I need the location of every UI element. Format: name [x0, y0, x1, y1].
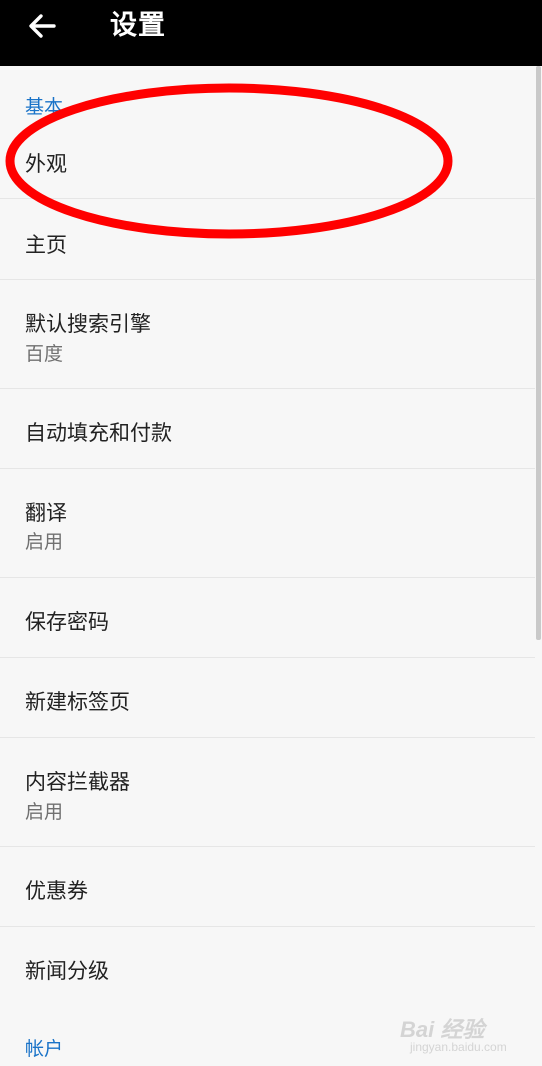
scrollbar[interactable]	[536, 66, 541, 640]
section-header-account: 帐户	[25, 1038, 64, 1060]
back-button[interactable]	[24, 8, 60, 44]
settings-item-title: 新闻分级	[25, 959, 109, 983]
settings-item-appearance[interactable]: 外观	[0, 118, 535, 199]
settings-item-save-passwords[interactable]: 保存密码	[0, 578, 535, 658]
settings-item-subtitle: 启用	[25, 531, 64, 553]
settings-item-default-search-engine[interactable]: 默认搜索引擎 百度	[0, 280, 535, 389]
settings-item-subtitle: 百度	[25, 343, 64, 365]
settings-item-title: 优惠券	[25, 879, 88, 903]
settings-item-content-blocker[interactable]: 内容拦截器 启用	[0, 738, 535, 847]
settings-item-subtitle: 启用	[25, 801, 64, 823]
settings-list: 基本 外观 主页 默认搜索引擎 百度 自动填充和付款 翻译 启用 保存密码 新建…	[0, 66, 542, 1066]
section-header-basic: 基本	[25, 96, 64, 118]
settings-item-title: 新建标签页	[25, 690, 130, 714]
settings-item-new-tab[interactable]: 新建标签页	[0, 658, 535, 738]
settings-item-homepage[interactable]: 主页	[0, 199, 535, 280]
settings-item-title: 翻译	[25, 501, 67, 525]
page-title: 设置	[110, 10, 166, 41]
arrow-left-icon	[29, 14, 56, 38]
settings-item-autofill-payments[interactable]: 自动填充和付款	[0, 389, 535, 469]
settings-item-title: 自动填充和付款	[25, 421, 172, 445]
settings-item-title: 保存密码	[25, 610, 109, 634]
baidu-jingyan-watermark: Bai 经验 jingyan.baidu.com	[400, 1008, 530, 1058]
settings-item-title: 外观	[25, 152, 67, 176]
top-app-bar: 设置	[0, 0, 542, 66]
watermark-url: jingyan.baidu.com	[410, 1040, 507, 1054]
settings-item-title: 默认搜索引擎	[25, 312, 151, 336]
settings-item-translate[interactable]: 翻译 启用	[0, 469, 535, 578]
settings-item-news-rating[interactable]: 新闻分级	[0, 927, 535, 1006]
settings-item-title: 内容拦截器	[25, 770, 130, 794]
settings-item-coupons[interactable]: 优惠券	[0, 847, 535, 927]
settings-item-title: 主页	[25, 233, 67, 257]
